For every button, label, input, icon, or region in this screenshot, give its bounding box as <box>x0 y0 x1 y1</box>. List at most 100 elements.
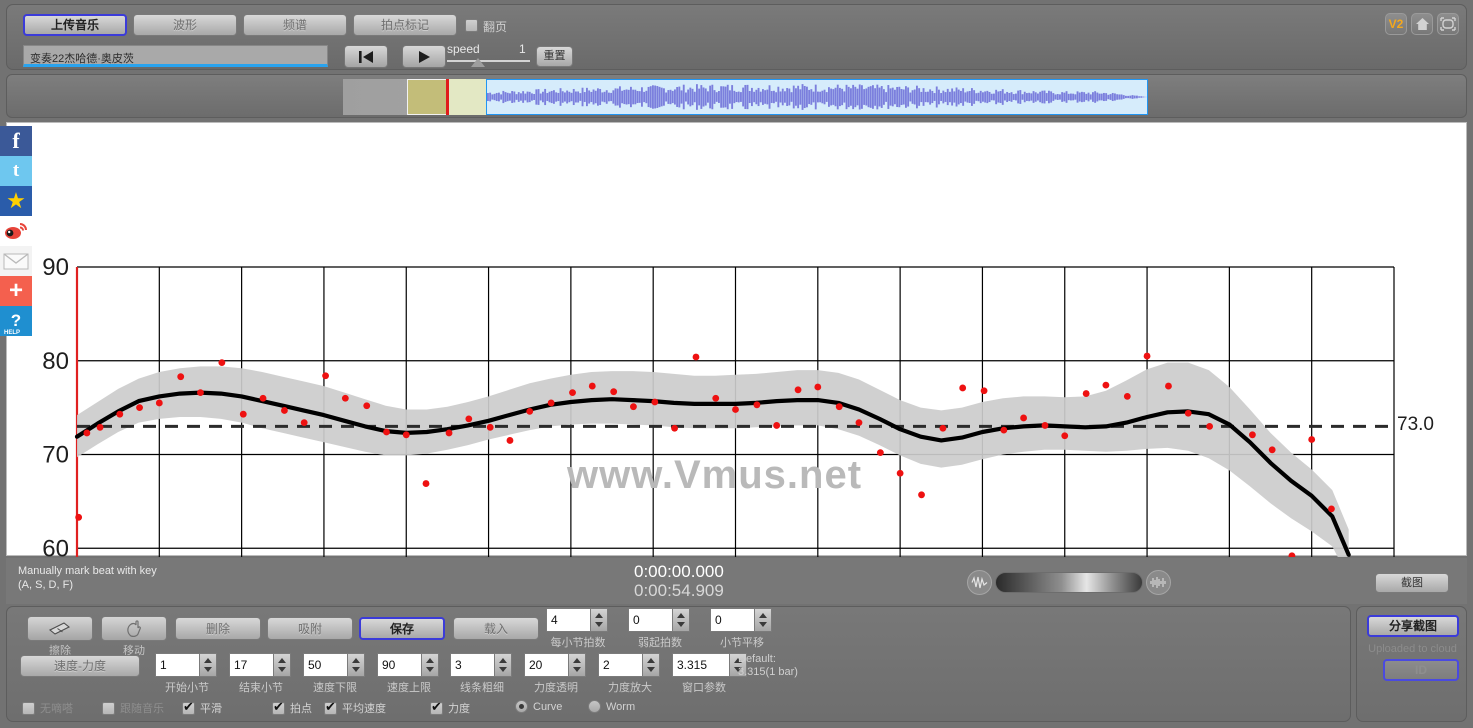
checkbox-dynamics-box[interactable] <box>430 700 443 715</box>
spinner-speed-max: 90 速度上限 <box>377 653 441 695</box>
spinner-line-width-input[interactable]: 3 <box>450 653 495 677</box>
version-badge-v2[interactable]: V2 <box>1385 13 1407 35</box>
spinner-start-bar-input[interactable]: 1 <box>155 653 200 677</box>
cloud-id-button[interactable]: ID <box>1383 659 1459 681</box>
tab-upload-music[interactable]: 上传音乐 <box>23 14 127 36</box>
snapshot-button[interactable]: 截图 <box>1375 573 1449 593</box>
checkbox-smooth[interactable]: 平滑 <box>182 700 222 716</box>
help-button[interactable]: ? HELP <box>0 306 32 336</box>
spinner-speed-min-stepper[interactable] <box>348 653 365 677</box>
spinner-speed-min-input[interactable]: 50 <box>303 653 348 677</box>
speed-dynamics-label: 速度-力度 <box>54 659 106 673</box>
spinner-dyn-alpha-input[interactable]: 20 <box>524 653 569 677</box>
rewind-to-start-button[interactable] <box>344 45 388 68</box>
facebook-share-button[interactable]: f <box>0 126 32 156</box>
spinner-start-bar-stepper[interactable] <box>200 653 217 677</box>
twitter-share-button[interactable]: t <box>0 156 32 186</box>
save-button-label: 保存 <box>389 621 414 636</box>
speed-slider-thumb[interactable] <box>471 58 485 67</box>
radio-curve-dot[interactable] <box>515 700 528 713</box>
tab-upload-music-label: 上传音乐 <box>50 18 99 32</box>
checkbox-beat-box[interactable] <box>272 700 285 715</box>
spinner-speed-max-stepper[interactable] <box>422 653 439 677</box>
tempo-chart-panel[interactable]: 50607080901234567891011121314151617 www.… <box>6 122 1467 557</box>
play-button[interactable] <box>402 45 446 68</box>
checkbox-dynamics-label: 力度 <box>448 703 470 715</box>
checkbox-no-tick-box[interactable] <box>22 701 35 715</box>
spinner-dyn-scale-input[interactable]: 2 <box>598 653 643 677</box>
checkbox-beat[interactable]: 拍点 <box>272 700 312 716</box>
spinner-line-width: 3 线条粗细 <box>450 653 514 695</box>
spinner-end-bar-stepper[interactable] <box>274 653 291 677</box>
spinner-beats-per-bar-stepper[interactable] <box>591 608 608 632</box>
qzone-star-icon: ★ <box>6 188 26 213</box>
speed-dynamics-button[interactable]: 速度-力度 <box>20 655 140 677</box>
track-title-input[interactable]: 变奏22杰哈德·奥皮茨 <box>23 45 328 67</box>
spinner-dyn-scale-stepper[interactable] <box>643 653 660 677</box>
spinner-bar-shift-input[interactable]: 0 <box>710 608 755 632</box>
speed-slider-track[interactable] <box>447 60 530 62</box>
volume-control-group <box>967 570 1171 595</box>
tab-waveform[interactable]: 波形 <box>133 14 237 36</box>
checkbox-beat-label: 拍点 <box>290 703 312 715</box>
weibo-share-button[interactable] <box>0 216 32 246</box>
home-button[interactable] <box>1411 13 1433 35</box>
checkbox-follow-music-box[interactable] <box>102 701 115 715</box>
email-share-button[interactable] <box>0 246 32 276</box>
waveform-timeline[interactable] <box>343 79 1148 115</box>
spinner-bar-shift-label: 小节平移 <box>720 637 764 649</box>
fullscreen-button[interactable] <box>1437 13 1459 35</box>
qzone-share-button[interactable]: ★ <box>0 186 32 216</box>
delete-button[interactable]: 删除 <box>175 617 261 640</box>
more-share-button[interactable]: + <box>0 276 32 306</box>
spinner-pickup-beats-stepper[interactable] <box>673 608 690 632</box>
tab-spectrum[interactable]: 频谱 <box>243 14 347 36</box>
spinner-line-width-stepper[interactable] <box>495 653 512 677</box>
status-bar: Manually mark beat with key (A, S, D, F)… <box>6 558 1467 604</box>
status-hint: Manually mark beat with key (A, S, D, F) <box>18 564 157 592</box>
speed-slider-label: speed <box>447 42 480 56</box>
spinner-pickup-beats-input[interactable]: 0 <box>628 608 673 632</box>
track-title-value: 变奏22杰哈德·奥皮茨 <box>30 53 134 65</box>
volume-low-button[interactable] <box>967 570 992 595</box>
checkbox-avg-speed[interactable]: 平均速度 <box>324 700 386 716</box>
load-button[interactable]: 载入 <box>453 617 539 640</box>
checkbox-dynamics[interactable]: 力度 <box>430 700 470 716</box>
spinner-end-bar-input[interactable]: 17 <box>229 653 274 677</box>
tab-beat-marker[interactable]: 拍点标记 <box>353 14 457 36</box>
volume-high-button[interactable] <box>1146 570 1171 595</box>
mean-tempo-label: 73.0 <box>1397 414 1434 435</box>
vmus-tempo-editor-app: 上传音乐 波形 频谱 拍点标记 翻页 变奏22杰哈德·奥皮茨 speed 1 重… <box>0 0 1473 728</box>
default-note-line1: Default: <box>738 653 776 665</box>
radio-curve[interactable]: Curve <box>515 700 562 713</box>
share-screenshot-button[interactable]: 分享截图 <box>1367 615 1459 637</box>
checkbox-avg-speed-box[interactable] <box>324 700 337 715</box>
checkbox-follow-music[interactable]: 跟随音乐 <box>102 700 164 716</box>
erase-tool-button[interactable] <box>27 616 93 641</box>
volume-slider[interactable] <box>995 572 1143 593</box>
spinner-speed-min: 50 速度下限 <box>303 653 367 695</box>
checkbox-no-tick[interactable]: 无嘀嗒 <box>22 700 73 716</box>
reset-button[interactable]: 重置 <box>536 46 573 67</box>
waveform-audio-region[interactable] <box>486 79 1148 115</box>
spinner-dyn-alpha-stepper[interactable] <box>569 653 586 677</box>
radio-worm[interactable]: Worm <box>588 700 635 713</box>
move-tool-button[interactable] <box>101 616 167 641</box>
checkbox-page-flip-label: 翻页 <box>483 20 508 34</box>
radio-worm-dot[interactable] <box>588 700 601 713</box>
spinner-window-param-label: 窗口参数 <box>682 682 726 694</box>
snap-button[interactable]: 吸附 <box>267 617 353 640</box>
waveform-playhead[interactable] <box>446 79 449 115</box>
checkbox-page-flip[interactable] <box>465 19 478 32</box>
waveform-selection-start[interactable] <box>407 79 447 115</box>
svg-text:90: 90 <box>42 254 69 281</box>
help-icon: ? <box>10 311 22 330</box>
spinner-beats-per-bar-input[interactable]: 4 <box>546 608 591 632</box>
spinner-bar-shift-stepper[interactable] <box>755 608 772 632</box>
waveform-selection-region[interactable] <box>448 79 486 115</box>
spinner-window-param-input[interactable]: 3.315 <box>672 653 730 677</box>
spinner-speed-max-input[interactable]: 90 <box>377 653 422 677</box>
fullscreen-icon <box>1440 17 1456 31</box>
checkbox-smooth-box[interactable] <box>182 700 195 715</box>
save-button[interactable]: 保存 <box>359 617 445 640</box>
